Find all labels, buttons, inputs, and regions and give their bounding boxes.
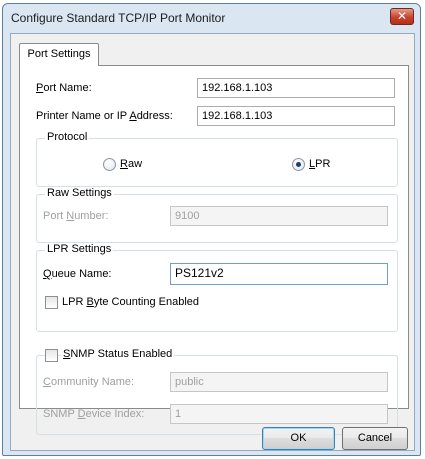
printer-address-label: Printer Name or IP Address: xyxy=(36,110,173,122)
community-name-input[interactable]: public xyxy=(170,372,388,392)
port-number-input[interactable]: 9100 xyxy=(170,206,388,226)
raw-settings-legend: Raw Settings xyxy=(45,187,114,199)
snmp-device-index-input[interactable]: 1 xyxy=(170,404,388,424)
raw-settings-group: Raw Settings Port Number: 9100 xyxy=(36,187,398,243)
printer-address-input[interactable]: 192.168.1.103 xyxy=(197,106,395,126)
snmp-status-label[interactable]: SNMP Status Enabled xyxy=(61,348,175,360)
port-name-input[interactable]: 192.168.1.103 xyxy=(197,78,395,98)
snmp-group-frame: SNMP Status Enabled Community Name: publ… xyxy=(36,348,398,435)
lpr-radio-label[interactable]: LPR xyxy=(309,158,330,170)
protocol-legend: Protocol xyxy=(45,131,90,143)
tab-port-settings[interactable]: Port Settings xyxy=(19,43,99,66)
community-name-label: Community Name: xyxy=(43,376,135,388)
lpr-settings-legend: LPR Settings xyxy=(45,243,114,255)
snmp-status-checkbox[interactable] xyxy=(45,349,58,362)
port-name-label: Port Name: xyxy=(36,82,92,94)
cancel-button[interactable]: Cancel xyxy=(342,427,408,450)
queue-name-label: Queue Name: xyxy=(43,268,112,280)
dialog-window: Configure Standard TCP/IP Port Monitor ✕… xyxy=(2,3,421,456)
snmp-device-index-label: SNMP Device Index: xyxy=(43,408,145,420)
dialog-client-area: Port Settings Port Name: 192.168.1.103 P… xyxy=(10,33,415,451)
title-bar[interactable]: Configure Standard TCP/IP Port Monitor ✕ xyxy=(3,4,420,32)
close-icon: ✕ xyxy=(396,9,408,23)
lpr-settings-group: LPR Settings Queue Name: PS121v2 LPR Byt… xyxy=(36,243,398,332)
lpr-radio[interactable] xyxy=(292,158,305,171)
protocol-group: Protocol Raw LPR xyxy=(36,131,398,187)
close-button[interactable]: ✕ xyxy=(390,8,414,25)
port-number-label: Port Number: xyxy=(43,210,109,222)
tab-page-port-settings: Port Name: 192.168.1.103 Printer Name or… xyxy=(19,65,409,435)
raw-radio[interactable] xyxy=(103,158,116,171)
lpr-byte-counting-checkbox[interactable] xyxy=(45,296,58,309)
lpr-byte-counting-label[interactable]: LPR Byte Counting Enabled xyxy=(62,296,199,308)
radio-selected-dot xyxy=(296,162,301,167)
ok-button[interactable]: OK xyxy=(262,427,335,450)
raw-radio-label[interactable]: Raw xyxy=(120,158,142,170)
window-title: Configure Standard TCP/IP Port Monitor xyxy=(11,11,226,25)
queue-name-input[interactable]: PS121v2 xyxy=(170,263,388,285)
